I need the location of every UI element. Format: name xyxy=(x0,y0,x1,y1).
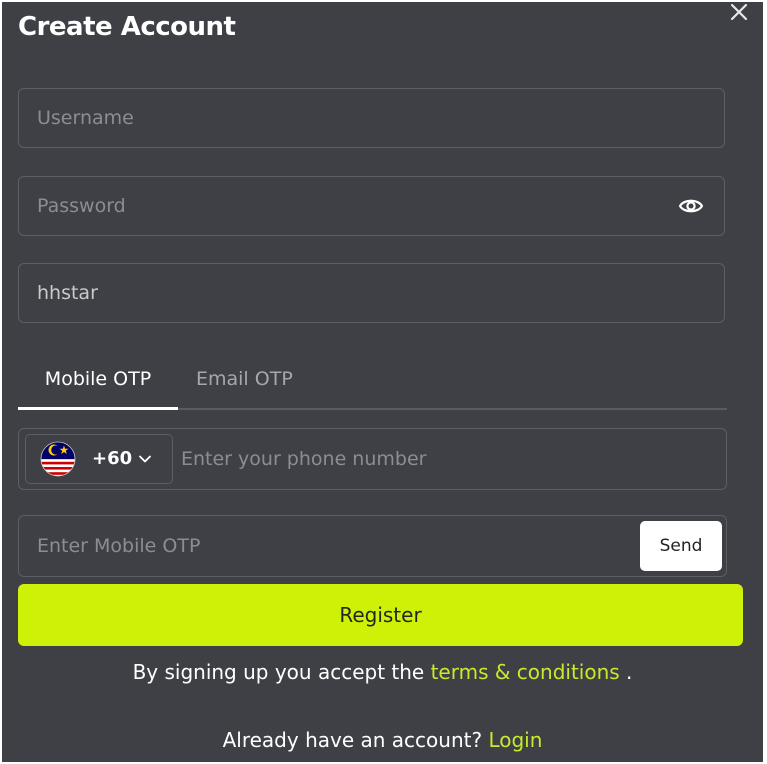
terms-prefix: By signing up you accept the xyxy=(132,660,431,684)
phone-number-input[interactable] xyxy=(181,429,701,489)
create-account-modal: Create Account Mobile OTP Email OTP xyxy=(2,2,763,762)
username-input[interactable] xyxy=(37,89,657,147)
login-prompt: Already have an account? Login xyxy=(2,728,763,752)
terms-suffix: . xyxy=(619,660,633,684)
referral-field xyxy=(18,263,725,323)
terms-notice: By signing up you accept the terms & con… xyxy=(2,660,763,684)
country-code-select[interactable]: +60 xyxy=(25,434,173,484)
tab-email-otp[interactable]: Email OTP xyxy=(196,358,293,408)
otp-field: Send xyxy=(18,515,727,577)
login-prefix: Already have an account? xyxy=(222,728,489,752)
mobile-otp-input[interactable] xyxy=(37,516,597,576)
referral-input[interactable] xyxy=(37,264,657,322)
eye-icon xyxy=(678,199,704,213)
close-icon xyxy=(730,3,748,21)
terms-link[interactable]: terms & conditions xyxy=(431,660,620,684)
username-field xyxy=(18,88,725,148)
toggle-password-visibility-button[interactable] xyxy=(678,195,704,217)
dial-code: +60 xyxy=(92,448,133,469)
phone-field: +60 xyxy=(18,428,727,490)
register-button[interactable]: Register xyxy=(18,584,743,646)
login-link[interactable]: Login xyxy=(488,728,542,752)
send-otp-button[interactable]: Send xyxy=(640,521,722,571)
modal-title: Create Account xyxy=(18,12,236,42)
password-field xyxy=(18,176,725,236)
malaysia-flag-icon xyxy=(40,441,76,477)
chevron-down-icon xyxy=(139,455,151,463)
tab-mobile-otp[interactable]: Mobile OTP xyxy=(18,358,178,410)
otp-method-tabs: Mobile OTP Email OTP xyxy=(18,358,727,410)
close-button[interactable] xyxy=(727,2,751,24)
password-input[interactable] xyxy=(37,177,657,235)
